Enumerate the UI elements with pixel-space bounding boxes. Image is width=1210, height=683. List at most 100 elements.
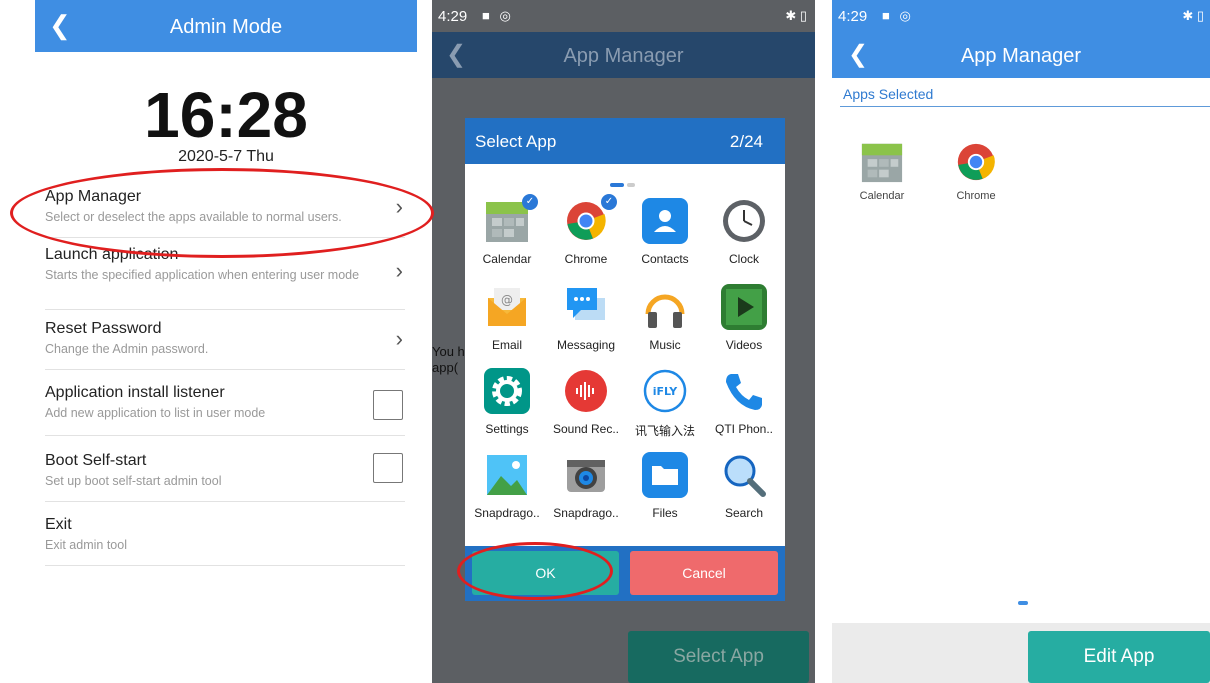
menu-item-subtitle: Exit admin tool	[45, 538, 127, 552]
section-divider	[840, 106, 1210, 107]
checked-badge-icon: ✓	[522, 194, 538, 210]
menu-item-title: Boot Self-start	[45, 452, 147, 469]
app-search[interactable]: Search	[704, 452, 784, 520]
app-label: Search	[724, 506, 764, 520]
chrome-icon	[954, 140, 998, 184]
clock-date: 2020-5-7 Thu	[178, 148, 274, 165]
app-contacts[interactable]: Contacts	[625, 198, 705, 266]
app-videos[interactable]: Videos	[704, 284, 784, 352]
ifly-logo-text: iFLY	[653, 385, 679, 398]
gallery-icon	[484, 452, 530, 498]
app-label: 讯飞输入法	[634, 424, 695, 438]
boot-self-start-checkbox[interactable]	[373, 453, 403, 483]
menu-item-install-listener[interactable]: Application install listener Add new app…	[45, 384, 405, 436]
app-label: Music	[649, 338, 681, 352]
menu-item-title: Exit	[45, 516, 72, 533]
ifly-icon: iFLY	[642, 368, 688, 414]
top-app-bar: ❮ Admin Mode	[35, 0, 417, 52]
app-label: Email	[491, 338, 522, 352]
app-chrome[interactable]: ✓ Chrome	[546, 194, 626, 266]
contacts-icon	[642, 198, 688, 244]
apps-selected-screen: 4:29 ■ ◎ ✱ ▯ ❮ App Manager Apps Selected…	[832, 0, 1210, 683]
admin-mode-screen: ❮ Admin Mode 16:28 2020-5-7 Thu App Mana…	[35, 0, 417, 683]
highlight-ellipse	[10, 168, 434, 258]
selected-app-chrome[interactable]: Chrome	[946, 140, 1006, 202]
top-app-bar: ❮ App Manager	[432, 32, 815, 78]
menu-item-subtitle: Change the Admin password.	[45, 342, 209, 356]
app-snapdragon-camera[interactable]: Snapdrago..	[546, 452, 626, 520]
menu-item-reset-password[interactable]: Reset Password Change the Admin password…	[45, 320, 405, 370]
app-calendar[interactable]: ✓ Calendar	[467, 194, 547, 266]
status-bar: 4:29 ■ ◎ ✱ ▯	[832, 0, 1210, 32]
calendar-icon	[860, 140, 904, 184]
status-time: 4:29	[838, 8, 868, 25]
menu-item-boot-self-start[interactable]: Boot Self-start Set up boot self-start a…	[45, 452, 405, 502]
pager-dots	[610, 174, 638, 192]
app-label: Contacts	[641, 252, 689, 266]
app-label: Clock	[728, 252, 759, 266]
cancel-button[interactable]: Cancel	[630, 551, 778, 595]
app-label: Settings	[485, 422, 529, 436]
app-label: QTI Phon..	[714, 422, 774, 436]
page-indicator-dash	[1018, 601, 1028, 605]
camera-icon	[563, 452, 609, 498]
app-label: Calendar	[482, 252, 532, 266]
phone-icon	[721, 368, 767, 414]
chevron-right-icon: ›	[395, 326, 403, 351]
checked-badge-icon: ✓	[601, 194, 617, 210]
menu-item-exit[interactable]: Exit Exit admin tool	[45, 516, 405, 566]
clock-time: 16:28	[144, 79, 308, 151]
app-music[interactable]: Music	[625, 284, 705, 352]
app-settings[interactable]: Settings	[467, 368, 547, 436]
settings-icon	[484, 368, 530, 414]
page-title: App Manager	[960, 45, 1082, 67]
highlight-ellipse	[457, 542, 613, 600]
app-label: Sound Rec..	[552, 422, 620, 436]
select-app-button[interactable]: Select App	[628, 631, 809, 683]
files-icon	[642, 452, 688, 498]
app-email[interactable]: @ Email	[467, 284, 547, 352]
clock-icon	[721, 198, 767, 244]
app-snapdragon-gallery[interactable]: Snapdrago..	[467, 452, 547, 520]
menu-item-subtitle: Set up boot self-start admin tool	[45, 474, 222, 488]
menu-item-title: Application install listener	[45, 384, 225, 401]
status-bar: 4:29 ■ ◎ ✱ ▯	[432, 0, 815, 32]
calendar-icon: ✓	[484, 194, 538, 244]
sound-recorder-icon	[563, 368, 609, 414]
app-label: Files	[652, 506, 678, 520]
app-clock[interactable]: Clock	[704, 198, 784, 266]
app-qti-phone[interactable]: QTI Phon..	[704, 368, 784, 436]
chrome-icon: ✓	[563, 194, 617, 244]
notification-icons: ■ ◎	[882, 8, 914, 23]
background-hint-text: You h app(	[432, 344, 465, 375]
email-icon: @	[484, 284, 530, 330]
app-messaging[interactable]: Messaging	[546, 284, 626, 352]
edit-app-button[interactable]: Edit App	[1028, 631, 1210, 683]
dialog-title: Select App	[475, 132, 557, 151]
selected-app-calendar[interactable]: Calendar	[852, 140, 912, 202]
menu-item-title: Reset Password	[45, 320, 162, 337]
page-indicator: 2/24	[729, 132, 763, 151]
app-label: Snapdrago..	[474, 506, 540, 520]
app-sound-recorder[interactable]: Sound Rec..	[546, 368, 626, 436]
app-label: Chrome	[564, 252, 608, 266]
notification-icons: ■ ◎	[482, 8, 514, 23]
app-label: Calendar	[859, 190, 905, 202]
menu-item-subtitle: Starts the specified application when en…	[45, 268, 360, 282]
app-ifly-input[interactable]: iFLY 讯飞输入法	[625, 368, 705, 439]
status-time: 4:29	[438, 8, 468, 25]
top-app-bar: ❮ App Manager	[832, 32, 1210, 78]
music-icon	[642, 284, 688, 330]
bluetooth-battery-icon: ✱ ▯	[1182, 8, 1204, 23]
svg-text:@: @	[501, 293, 513, 307]
videos-icon	[721, 284, 767, 330]
app-label: Videos	[725, 338, 763, 352]
install-listener-checkbox[interactable]	[373, 390, 403, 420]
app-label: Chrome	[956, 190, 996, 202]
page-title: App Manager	[563, 45, 684, 67]
app-label: Messaging	[556, 338, 616, 352]
app-files[interactable]: Files	[625, 452, 705, 520]
app-label: Snapdrago..	[553, 506, 619, 520]
search-icon	[721, 452, 767, 498]
dialog-header: Select App 2/24	[465, 118, 785, 164]
